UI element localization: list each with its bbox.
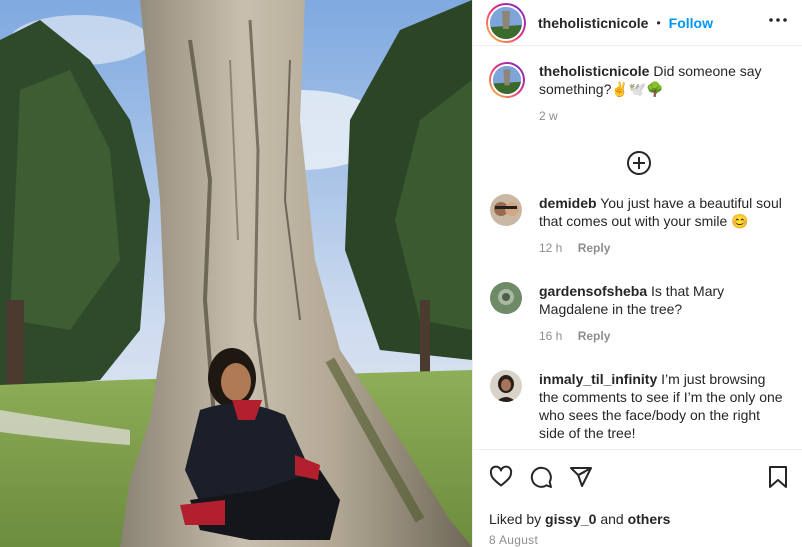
post-header: theholisticnicole • Follow (473, 0, 802, 46)
bookmark-icon[interactable] (768, 465, 788, 489)
post-photo[interactable] (0, 0, 472, 547)
commenter-avatar[interactable] (490, 282, 522, 314)
comment-age[interactable]: 12 h (539, 241, 562, 255)
likes-others-link[interactable]: others (628, 511, 671, 527)
author-avatar[interactable] (486, 2, 526, 43)
share-icon[interactable] (569, 465, 593, 489)
comment-username[interactable]: inmaly_til_infinity (539, 371, 657, 387)
load-more-comments[interactable] (489, 150, 788, 176)
comment-username[interactable]: demideb (539, 195, 597, 211)
more-icon[interactable] (768, 10, 788, 35)
comment-username[interactable]: gardensofsheba (539, 283, 647, 299)
likes-summary: Liked by gissy_0 and others (489, 511, 788, 527)
comment-icon[interactable] (529, 465, 553, 489)
commenter-avatar[interactable] (490, 194, 522, 226)
comment-item: demideb You just have a beautiful soul t… (489, 194, 788, 257)
follow-button[interactable]: Follow (669, 15, 713, 31)
separator-dot: • (656, 15, 661, 30)
comment-age[interactable]: 16 h (539, 329, 562, 343)
heart-icon[interactable] (489, 465, 513, 489)
reply-button[interactable]: Reply (578, 329, 611, 343)
post-side-panel: theholisticnicole • Follow theholisticni… (472, 0, 802, 547)
caption-avatar[interactable] (489, 62, 525, 98)
caption-username[interactable]: theholisticnicole (539, 63, 649, 79)
author-username[interactable]: theholisticnicole (538, 15, 648, 31)
post-caption: theholisticnicole Did someone say someth… (489, 62, 788, 125)
commenter-avatar[interactable] (490, 370, 522, 402)
likes-and: and (600, 511, 624, 527)
post-image (0, 0, 472, 547)
caption-age[interactable]: 2 w (539, 109, 558, 123)
likes-prefix: Liked by (489, 511, 542, 527)
plus-circle-icon[interactable] (626, 150, 652, 176)
post-actions: Liked by gissy_0 and others 8 August (473, 449, 802, 547)
comment-item: inmaly_til_infinity I’m just browsing th… (489, 370, 788, 442)
post-date[interactable]: 8 August (489, 533, 788, 547)
reply-button[interactable]: Reply (578, 241, 611, 255)
comment-item: gardensofsheba Is that Mary Magdalene in… (489, 282, 788, 345)
comments-list[interactable]: theholisticnicole Did someone say someth… (473, 47, 802, 449)
liker-username[interactable]: gissy_0 (545, 511, 596, 527)
